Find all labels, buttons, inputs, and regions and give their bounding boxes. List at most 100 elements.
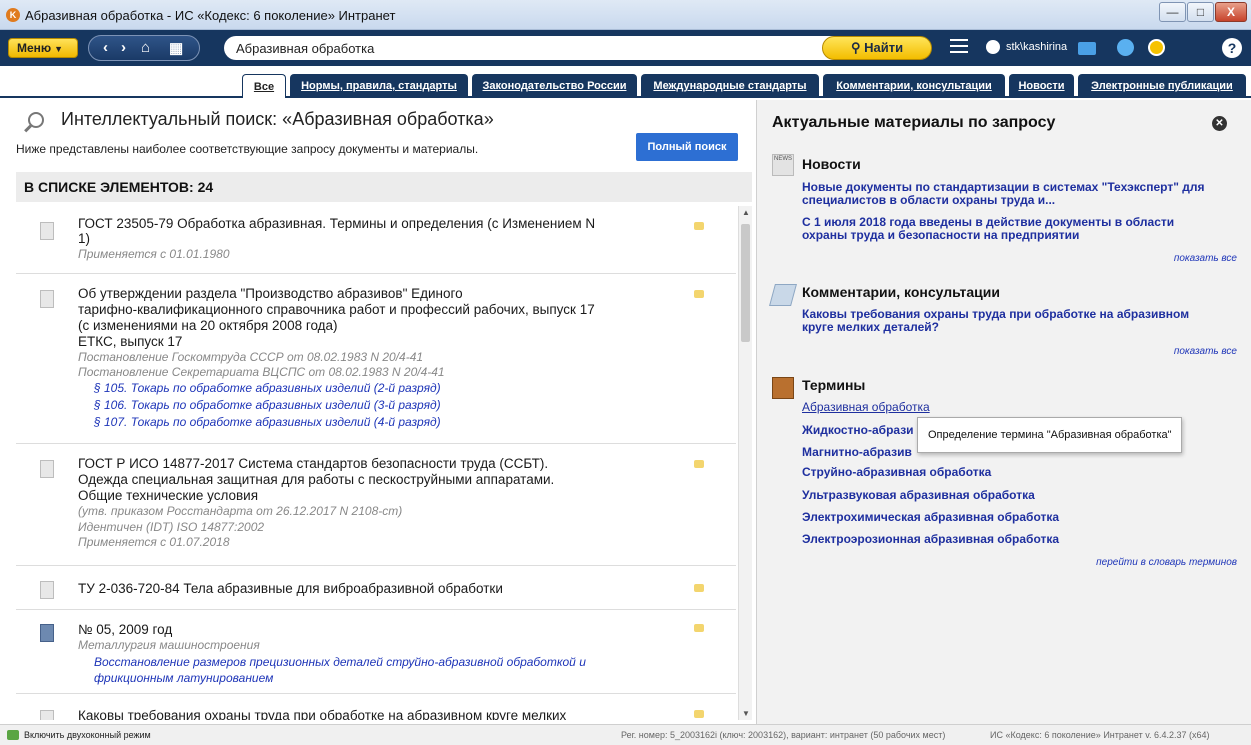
dictionary-book-icon bbox=[772, 377, 794, 399]
document-icon bbox=[40, 460, 54, 478]
news-show-all-link[interactable]: показать все bbox=[1174, 253, 1237, 264]
result-title-line[interactable]: № 05, 2009 год bbox=[78, 622, 638, 637]
magnifier-icon bbox=[28, 112, 44, 128]
result-sublink[interactable]: § 106. Токарь по обработке абразивных из… bbox=[94, 398, 441, 413]
comment-icon[interactable] bbox=[694, 584, 704, 592]
related-materials-panel: Актуальные материалы по запросу ✕ NEWS Н… bbox=[756, 100, 1251, 724]
grid-icon[interactable]: ▦ bbox=[169, 39, 183, 57]
comments-show-all-link[interactable]: показать все bbox=[1174, 346, 1237, 357]
list-item[interactable]: ГОСТ Р ИСО 14877-2017 Система стандартов… bbox=[16, 444, 736, 566]
term-link[interactable]: Ультразвуковая абразивная обработка bbox=[802, 489, 1222, 502]
term-link[interactable]: Абразивная обработка bbox=[802, 401, 1222, 414]
registration-info: Рег. номер: 5_2003162i (ключ: 2003162), … bbox=[621, 730, 946, 740]
result-title-line[interactable]: ГОСТ Р ИСО 14877-2017 Система стандартов… bbox=[78, 456, 638, 471]
result-sublink[interactable]: фрикционным латунированием bbox=[94, 671, 273, 686]
terms-dictionary-link[interactable]: перейти в словарь терминов bbox=[1096, 557, 1237, 568]
menu-button[interactable]: Меню ▼ bbox=[8, 38, 78, 58]
result-meta: Идентичен (IDT) ISO 14877:2002 bbox=[78, 520, 265, 534]
result-sublink[interactable]: § 107. Токарь по обработке абразивных из… bbox=[94, 415, 441, 430]
history-clock-icon[interactable] bbox=[1117, 39, 1134, 56]
list-item[interactable]: ТУ 2-036-720-84 Тела абразивные для вибр… bbox=[16, 566, 736, 610]
search-results-panel: Интеллектуальный поиск: «Абразивная обра… bbox=[16, 100, 752, 724]
minimize-button[interactable]: — bbox=[1159, 2, 1186, 22]
result-title-line[interactable]: (с изменениями на 20 октября 2008 года) bbox=[78, 318, 638, 333]
scroll-down-arrow-icon[interactable]: ▼ bbox=[742, 709, 750, 718]
result-meta: (утв. приказом Росстандарта от 26.12.201… bbox=[78, 504, 403, 518]
home-icon[interactable]: ⌂ bbox=[141, 39, 150, 56]
status-bar: Включить двухоконный режим Рег. номер: 5… bbox=[0, 724, 1251, 745]
caret-down-icon: ▼ bbox=[54, 44, 64, 54]
news-icon: NEWS bbox=[772, 154, 794, 176]
result-title-line[interactable]: Каковы требования охраны труда при обраб… bbox=[78, 708, 638, 720]
list-item[interactable]: № 05, 2009 год Металлургия машиностроени… bbox=[16, 610, 736, 694]
dual-window-icon[interactable] bbox=[7, 730, 19, 740]
username[interactable]: stk\kashirina bbox=[1006, 41, 1067, 53]
pen-icon bbox=[769, 284, 797, 306]
term-link[interactable]: Электрохимическая абразивная обработка bbox=[802, 511, 1222, 524]
result-sublink[interactable]: Восстановление размеров прецизионных дет… bbox=[94, 655, 586, 670]
menu-label: Меню bbox=[17, 41, 52, 55]
results-scrollbar[interactable]: ▲ ▼ bbox=[738, 206, 752, 720]
document-icon bbox=[40, 290, 54, 308]
result-title-line[interactable]: ТУ 2-036-720-84 Тела абразивные для вибр… bbox=[78, 581, 638, 596]
results-list: ГОСТ 23505-79 Обработка абразивная. Терм… bbox=[16, 206, 736, 720]
search-icon: ⚲ bbox=[850, 40, 861, 55]
tab-russian-legislation[interactable]: Законодательство России bbox=[472, 74, 637, 98]
navigation-group: ‹ › ⌂ ▦ bbox=[88, 35, 200, 61]
news-link-line[interactable]: охраны труда и безопасности на предприят… bbox=[802, 229, 1222, 242]
list-item[interactable]: Каковы требования охраны труда при обраб… bbox=[16, 694, 736, 720]
result-meta: Металлургия машиностроения bbox=[78, 638, 260, 652]
full-search-button[interactable]: Полный поиск bbox=[636, 133, 738, 161]
result-meta: Постановление Секретариата ВЦСПС от 08.0… bbox=[78, 365, 445, 379]
back-arrow-icon[interactable]: ‹ bbox=[103, 39, 108, 56]
search-subtitle: Ниже представлены наиболее соответствующ… bbox=[16, 142, 479, 156]
tab-all[interactable]: Все bbox=[242, 74, 286, 98]
result-title-line[interactable]: ГОСТ 23505-79 Обработка абразивная. Терм… bbox=[78, 216, 638, 231]
forward-arrow-icon[interactable]: › bbox=[121, 39, 126, 56]
scroll-thumb[interactable] bbox=[741, 224, 750, 342]
hamburger-menu-icon[interactable] bbox=[950, 39, 968, 55]
result-sublink[interactable]: § 105. Токарь по обработке абразивных из… bbox=[94, 381, 441, 396]
document-icon bbox=[40, 222, 54, 240]
main-toolbar: Меню▼ ‹ › ⌂ ▦ ⚲ Найти stk\kashirina ? bbox=[0, 30, 1251, 66]
result-title-line[interactable]: тарифно-квалификационного справочника ра… bbox=[78, 302, 638, 317]
folder-icon[interactable] bbox=[1078, 42, 1096, 55]
list-item[interactable]: ГОСТ 23505-79 Обработка абразивная. Терм… bbox=[16, 206, 736, 274]
comment-icon[interactable] bbox=[694, 460, 704, 468]
tab-international-standards[interactable]: Международные стандарты bbox=[641, 74, 819, 98]
user-icon[interactable] bbox=[986, 40, 1000, 54]
scroll-up-arrow-icon[interactable]: ▲ bbox=[742, 208, 750, 217]
document-icon bbox=[40, 710, 54, 720]
comments-section-title: Комментарии, консультации bbox=[802, 284, 1001, 300]
tab-comments-consultations[interactable]: Комментарии, консультации bbox=[823, 74, 1005, 98]
search-input[interactable] bbox=[224, 36, 844, 60]
help-icon[interactable]: ? bbox=[1222, 38, 1242, 58]
search-button[interactable]: ⚲ Найти bbox=[822, 36, 932, 60]
category-tabs: Все Нормы, правила, стандарты Законодате… bbox=[0, 66, 1251, 98]
result-title-line[interactable]: Общие технические условия bbox=[78, 488, 638, 503]
result-meta: Применяется с 01.07.2018 bbox=[78, 535, 230, 549]
comment-icon[interactable] bbox=[694, 222, 704, 230]
close-window-button[interactable]: X bbox=[1215, 2, 1247, 22]
term-link[interactable]: Электроэрозионная абразивная обработка bbox=[802, 533, 1222, 546]
result-title-line[interactable]: ЕТКС, выпуск 17 bbox=[78, 334, 638, 349]
term-link[interactable]: Струйно-абразивная обработка bbox=[802, 466, 1222, 479]
comment-icon[interactable] bbox=[694, 710, 704, 718]
result-title-line[interactable]: 1) bbox=[78, 231, 638, 246]
result-title-line[interactable]: Одежда специальная защитная для работы с… bbox=[78, 472, 638, 487]
result-title-line[interactable]: Об утверждении раздела "Производство абр… bbox=[78, 286, 638, 301]
tab-news[interactable]: Новости bbox=[1009, 74, 1074, 98]
list-item[interactable]: Об утверждении раздела "Производство абр… bbox=[16, 274, 736, 444]
timer-icon[interactable] bbox=[1148, 39, 1165, 56]
comment-icon[interactable] bbox=[694, 624, 704, 632]
tab-electronic-publications[interactable]: Электронные публикации bbox=[1078, 74, 1246, 98]
comment-link-line[interactable]: круге мелких деталей? bbox=[802, 321, 1222, 334]
news-section-title: Новости bbox=[802, 156, 861, 172]
close-icon[interactable]: ✕ bbox=[1212, 116, 1227, 131]
maximize-button[interactable]: □ bbox=[1187, 2, 1214, 22]
news-link-line[interactable]: специалистов в области охраны труда и... bbox=[802, 194, 1222, 207]
tab-norms-rules-standards[interactable]: Нормы, правила, стандарты bbox=[290, 74, 468, 98]
comment-icon[interactable] bbox=[694, 290, 704, 298]
document-icon bbox=[40, 581, 54, 599]
dual-window-toggle[interactable]: Включить двухоконный режим bbox=[24, 725, 151, 745]
